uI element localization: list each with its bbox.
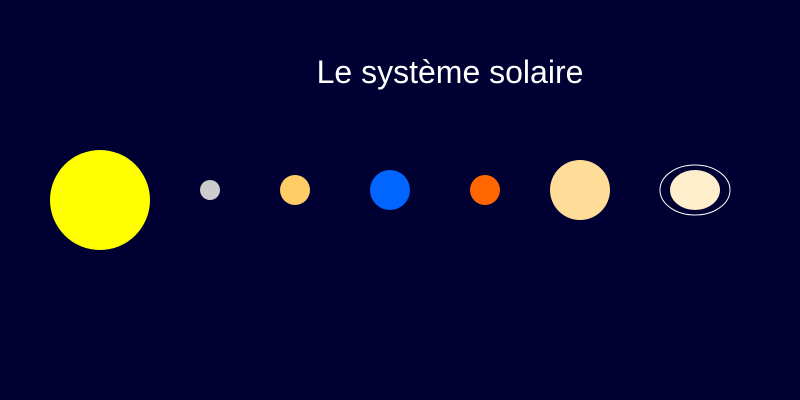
earth-disc: [370, 170, 410, 210]
mercury-disc: [200, 180, 220, 200]
solar-system-diagram: Le système solaire: [0, 0, 800, 400]
mars-disc: [470, 175, 500, 205]
sun-disc: [50, 150, 150, 250]
solar-system-bodies: [50, 150, 731, 250]
jupiter-disc: [550, 160, 610, 220]
saturn-disc: [670, 170, 720, 210]
venus-disc: [280, 175, 310, 205]
